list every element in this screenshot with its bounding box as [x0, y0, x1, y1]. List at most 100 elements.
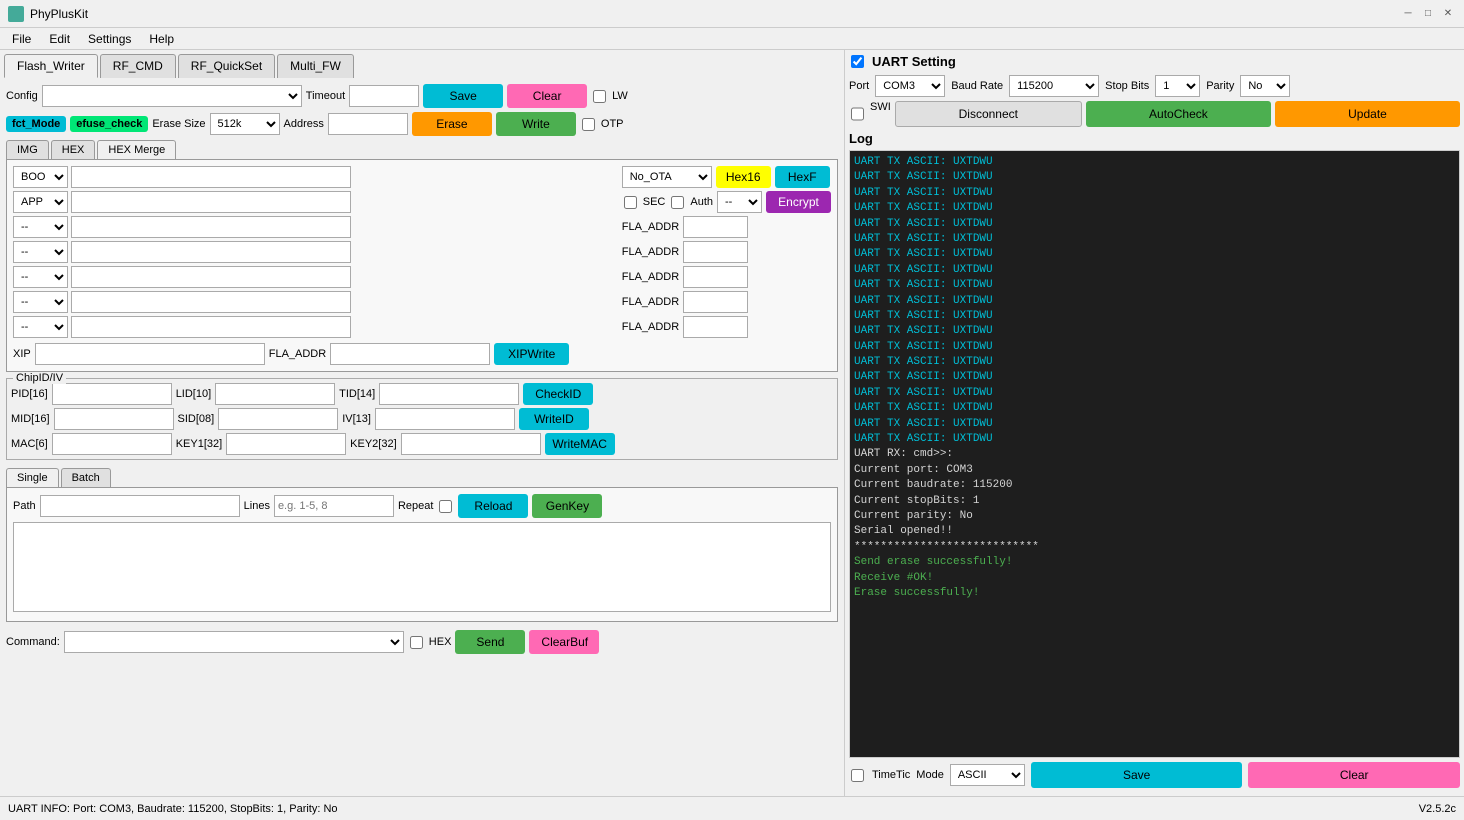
xip-input[interactable] — [35, 343, 265, 365]
extra-file-input-3[interactable] — [71, 266, 351, 288]
extra-file-input-4[interactable] — [71, 291, 351, 313]
single-textarea[interactable] — [13, 522, 831, 612]
key2-input[interactable] — [401, 433, 541, 455]
fla-addr-input-5[interactable] — [683, 316, 748, 338]
hexf-button[interactable]: HexF — [775, 166, 830, 188]
encrypt-button[interactable]: Encrypt — [766, 191, 831, 213]
extra-file-input-1[interactable] — [71, 216, 351, 238]
xipwrite-button[interactable]: XIPWrite — [494, 343, 569, 365]
menu-help[interactable]: Help — [141, 30, 182, 48]
lines-input[interactable] — [274, 495, 394, 517]
mode-select[interactable]: ASCIIHEX — [950, 764, 1025, 786]
timeticcheckbox[interactable] — [851, 769, 864, 782]
log-clear-button[interactable]: Clear — [1248, 762, 1460, 788]
erase-size-select[interactable]: 512k 256k 128k 64k — [210, 113, 280, 135]
update-button[interactable]: Update — [1275, 101, 1460, 127]
efuse-check-badge[interactable]: efuse_check — [70, 116, 148, 132]
address-input[interactable] — [328, 113, 408, 135]
fla-row-3: FLA_ADDR — [622, 266, 831, 288]
sec-checkbox[interactable] — [624, 196, 637, 209]
hex-command-checkbox[interactable] — [410, 636, 423, 649]
key1-input[interactable] — [226, 433, 346, 455]
extra-type-select-3[interactable]: -- — [13, 266, 68, 288]
send-button[interactable]: Send — [455, 630, 525, 654]
right-options: No_OTA Hex16 HexF SEC Auth -- — [622, 166, 831, 341]
fla-addr-input-2[interactable] — [683, 241, 748, 263]
path-input[interactable] — [40, 495, 240, 517]
boo-type-select[interactable]: BOO — [13, 166, 68, 188]
tab-rf-quickset[interactable]: RF_QuickSet — [178, 54, 275, 78]
close-button[interactable]: ✕ — [1440, 6, 1456, 22]
fla-addr-input-1[interactable] — [683, 216, 748, 238]
checkid-button[interactable]: CheckID — [523, 383, 593, 405]
tab-hex-merge[interactable]: HEX Merge — [97, 140, 176, 159]
auth-select[interactable]: -- — [717, 191, 762, 213]
write-button[interactable]: Write — [496, 112, 576, 136]
tab-single[interactable]: Single — [6, 468, 59, 487]
tab-hex[interactable]: HEX — [51, 140, 96, 159]
minimize-button[interactable]: ─ — [1400, 6, 1416, 22]
writeid-button[interactable]: WriteID — [519, 408, 589, 430]
sid-input[interactable] — [218, 408, 338, 430]
clearbuf-button[interactable]: ClearBuf — [529, 630, 599, 654]
writemac-button[interactable]: WriteMAC — [545, 433, 615, 455]
inner-tabs-container: IMG HEX HEX Merge BOO — [6, 140, 838, 372]
reload-button[interactable]: Reload — [458, 494, 528, 518]
tab-flash-writer[interactable]: Flash_Writer — [4, 54, 98, 78]
chipid-section-label: ChipID/IV — [13, 372, 66, 384]
hex16-button[interactable]: Hex16 — [716, 166, 771, 188]
genkey-button[interactable]: GenKey — [532, 494, 602, 518]
app-file-input[interactable] — [71, 191, 351, 213]
fla-addr-input-3[interactable] — [683, 266, 748, 288]
extra-type-select-5[interactable]: -- — [13, 316, 68, 338]
tab-rf-cmd[interactable]: RF_CMD — [100, 54, 176, 78]
stop-bits-select[interactable]: 1 — [1155, 75, 1200, 97]
tid-input[interactable] — [379, 383, 519, 405]
uart-enabled-checkbox[interactable] — [851, 55, 864, 68]
fct-mode-badge[interactable]: fct_Mode — [6, 116, 66, 132]
pid-input[interactable] — [52, 383, 172, 405]
baud-rate-select[interactable]: 9600192003840057600115200230400 — [1009, 75, 1099, 97]
erase-button[interactable]: Erase — [412, 112, 492, 136]
autocheck-button[interactable]: AutoCheck — [1086, 101, 1271, 127]
version-text: V2.5.2c — [1419, 803, 1456, 815]
iv-input[interactable] — [375, 408, 515, 430]
lw-checkbox[interactable] — [593, 90, 606, 103]
mid-input[interactable] — [54, 408, 174, 430]
tab-batch[interactable]: Batch — [61, 468, 111, 487]
port-select[interactable]: COM3 — [875, 75, 945, 97]
extra-file-input-2[interactable] — [71, 241, 351, 263]
extra-type-select-2[interactable]: -- — [13, 241, 68, 263]
lid-input[interactable] — [215, 383, 335, 405]
auth-checkbox[interactable] — [671, 196, 684, 209]
extra-type-select-1[interactable]: -- — [13, 216, 68, 238]
save-button[interactable]: Save — [423, 84, 503, 108]
fla-addr-input-4[interactable] — [683, 291, 748, 313]
fla-addr-xip-input[interactable] — [330, 343, 490, 365]
extra-file-input-5[interactable] — [71, 316, 351, 338]
ota-select[interactable]: No_OTA — [622, 166, 712, 188]
mid-label: MID[16] — [11, 413, 50, 425]
swi-checkbox[interactable] — [851, 101, 864, 127]
timeout-input[interactable]: 4000 — [349, 85, 419, 107]
single-batch-content: Path Lines Repeat Reload GenKey — [6, 487, 838, 622]
restore-button[interactable]: □ — [1420, 6, 1436, 22]
mac-input[interactable] — [52, 433, 172, 455]
parity-select[interactable]: No — [1240, 75, 1290, 97]
menu-settings[interactable]: Settings — [80, 30, 139, 48]
boo-file-input[interactable] — [71, 166, 351, 188]
extra-type-select-4[interactable]: -- — [13, 291, 68, 313]
app-type-select[interactable]: APP — [13, 191, 68, 213]
otp-checkbox[interactable] — [582, 118, 595, 131]
log-save-button[interactable]: Save — [1031, 762, 1243, 788]
disconnect-button[interactable]: Disconnect — [895, 101, 1082, 127]
command-select[interactable] — [64, 631, 404, 653]
menu-file[interactable]: File — [4, 30, 39, 48]
extra-row-5: -- — [13, 316, 614, 338]
tab-multi-fw[interactable]: Multi_FW — [277, 54, 354, 78]
tab-img[interactable]: IMG — [6, 140, 49, 159]
clear-button[interactable]: Clear — [507, 84, 587, 108]
config-select[interactable] — [42, 85, 302, 107]
repeat-checkbox[interactable] — [439, 500, 452, 513]
menu-edit[interactable]: Edit — [41, 30, 78, 48]
